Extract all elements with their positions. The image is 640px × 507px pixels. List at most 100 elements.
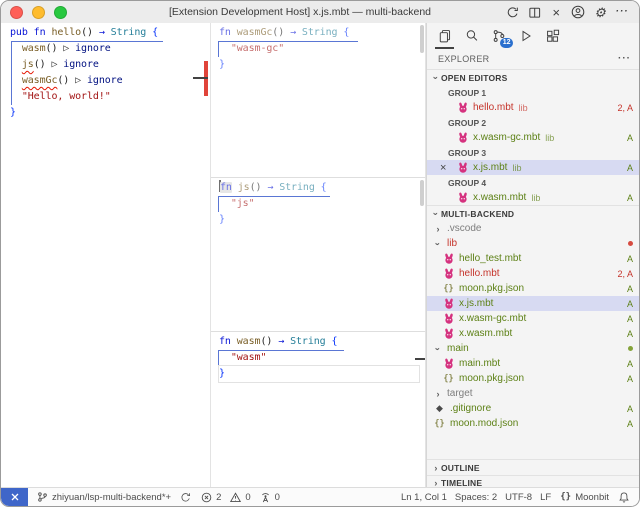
- outline-section-header[interactable]: › OUTLINE: [427, 459, 639, 475]
- status-ports[interactable]: 0: [255, 488, 284, 506]
- code-token: →: [290, 27, 302, 38]
- tree-file-.gitignore[interactable]: ◆ .gitignore A: [427, 401, 639, 416]
- more-button[interactable]: ···: [614, 4, 630, 20]
- decoration-badge: A: [626, 283, 633, 294]
- code-line[interactable]: fn wasmGc() → String {: [219, 25, 419, 41]
- status-indentation[interactable]: Spaces: 2: [451, 488, 501, 506]
- close-button[interactable]: ×: [548, 4, 564, 20]
- code-line[interactable]: }: [219, 57, 419, 73]
- code-token: (): [249, 182, 268, 193]
- code-line[interactable]: "js": [219, 196, 419, 212]
- traffic-close-button[interactable]: [10, 6, 23, 19]
- code-token: (): [33, 59, 52, 70]
- braces-icon: {}: [560, 492, 572, 502]
- code-token: (): [45, 43, 64, 54]
- file-description: lib: [518, 102, 528, 113]
- open-editors-list: GROUP 1 hello.mbt lib 2, A GROUP 2 x.wasm-gc.…: [427, 85, 639, 205]
- tree-folder-target[interactable]: › target: [427, 386, 639, 401]
- code-line[interactable]: }: [10, 105, 204, 121]
- tree-file-hello.mbt[interactable]: hello.mbt 2, A: [427, 266, 639, 281]
- activity-source-control-button[interactable]: 12: [490, 28, 513, 48]
- tree-folder-lib[interactable]: › lib: [427, 236, 639, 251]
- code-token: {: [331, 336, 338, 347]
- editor-x-wasm-mbt[interactable]: fn wasm() → String { "wasm"}: [211, 332, 426, 489]
- tree-folder-main[interactable]: › main: [427, 341, 639, 356]
- status-encoding[interactable]: UTF-8: [501, 488, 536, 506]
- editor-x-js-mbt[interactable]: fn js() → String { "js"}: [211, 178, 426, 332]
- settings-button[interactable]: ⚙: [592, 4, 608, 20]
- file-tree: › .vscode › lib hello_test.mbt Ahello.mbt 2, A…: [427, 221, 639, 431]
- status-notifications[interactable]: [613, 488, 634, 506]
- status-label: Ln 1, Col 1: [400, 491, 447, 503]
- file-description: lib: [531, 192, 541, 203]
- split-editor-button[interactable]: [526, 4, 542, 20]
- code-token: "js": [230, 198, 255, 209]
- tree-file-main.mbt[interactable]: main.mbt A: [427, 356, 639, 371]
- code-line[interactable]: "wasm-gc": [219, 41, 419, 57]
- tree-folder-.vscode[interactable]: › .vscode: [427, 221, 639, 236]
- code-line[interactable]: wasm() ▷ ignore: [10, 41, 204, 57]
- decoration-badge: A: [626, 358, 633, 369]
- code-line[interactable]: pub fn hello() → String {: [10, 25, 204, 41]
- status-language-mode[interactable]: {} Moonbit: [555, 488, 613, 506]
- open-editor-x.js.mbt[interactable]: × x.js.mbt lib A: [427, 160, 639, 175]
- scrollbar-thumb[interactable]: [420, 25, 424, 53]
- traffic-zoom-button[interactable]: [54, 6, 67, 19]
- restart-extension-host-button[interactable]: [504, 4, 520, 20]
- file-label: lib: [447, 238, 458, 249]
- code-line[interactable]: fn wasm() → String {: [219, 334, 419, 350]
- status-git-branch[interactable]: zhiyuan/lsp-multi-backend*+: [32, 488, 175, 506]
- activity-files-button[interactable]: [435, 28, 454, 49]
- explorer-more-actions-button[interactable]: ···: [618, 54, 631, 64]
- status-sync-changes[interactable]: [175, 488, 196, 506]
- chevron-right-icon: ›: [434, 477, 438, 488]
- scrollbar-thumb[interactable]: [420, 180, 424, 206]
- editor-x-wasm-gc-mbt[interactable]: fn wasmGc() → String { "wasm-gc"}: [211, 23, 426, 178]
- code-token: }: [219, 59, 225, 70]
- branch-icon: [36, 491, 49, 504]
- tree-file-x.wasm.mbt[interactable]: x.wasm.mbt A: [427, 326, 639, 341]
- activity-extensions-button[interactable]: [544, 28, 561, 45]
- activity-debug-button[interactable]: [517, 28, 534, 45]
- status-warnings[interactable]: 0: [225, 488, 254, 506]
- traffic-minimize-button[interactable]: [32, 6, 45, 19]
- code-line[interactable]: }: [218, 365, 420, 383]
- editor-hello-mbt[interactable]: pub fn hello() → String { wasm() ▷ ignor…: [1, 23, 211, 489]
- code-line[interactable]: fn js() → String {: [219, 180, 419, 196]
- moonbit-icon: [442, 357, 455, 370]
- code-line[interactable]: }: [219, 212, 419, 228]
- editor-group-label: GROUP 4: [448, 177, 487, 188]
- status-eol[interactable]: LF: [536, 488, 555, 506]
- close-icon[interactable]: ×: [440, 162, 446, 174]
- status-cursor-position[interactable]: Ln 1, Col 1: [397, 488, 451, 506]
- code-token: (): [81, 27, 99, 38]
- tree-file-x.wasm-gc.mbt[interactable]: x.wasm-gc.mbt A: [427, 311, 639, 326]
- account-button[interactable]: [570, 4, 586, 20]
- code-line[interactable]: js() ▷ ignore: [10, 57, 204, 73]
- status-errors[interactable]: 2: [196, 488, 225, 506]
- tree-file-moon.mod.json[interactable]: {} moon.mod.json A: [427, 416, 639, 431]
- code-line[interactable]: "Hello, world!": [10, 89, 204, 105]
- tree-file-hello_test.mbt[interactable]: hello_test.mbt A: [427, 251, 639, 266]
- open-editors-section-header[interactable]: › OPEN EDITORS: [427, 69, 639, 85]
- open-editor-hello.mbt[interactable]: hello.mbt lib 2, A: [427, 100, 639, 115]
- status-right: Ln 1, Col 1 Spaces: 2 UTF-8 LF{} Moonbit: [397, 488, 634, 506]
- tree-file-x.js.mbt[interactable]: x.js.mbt A: [427, 296, 639, 311]
- tree-file-moon.pkg.json[interactable]: {} moon.pkg.json A: [427, 281, 639, 296]
- remote-indicator-button[interactable]: [1, 488, 28, 506]
- error-icon: [200, 491, 213, 504]
- decoration-badge: A: [626, 162, 633, 173]
- workspace-section-header[interactable]: › MULTI-BACKEND: [427, 205, 639, 221]
- open-editor-x.wasm-gc.mbt[interactable]: x.wasm-gc.mbt lib A: [427, 130, 639, 145]
- code-line[interactable]: "wasm": [219, 350, 419, 366]
- code-token: wasmGc: [21, 75, 58, 86]
- tree-file-moon.pkg.json[interactable]: {} moon.pkg.json A: [427, 371, 639, 386]
- file-description: lib: [545, 132, 555, 143]
- file-label: hello_test.mbt: [459, 253, 522, 264]
- activity-search-button[interactable]: [463, 28, 480, 45]
- open-editor-x.wasm.mbt[interactable]: x.wasm.mbt lib A: [427, 190, 639, 205]
- code-line[interactable]: wasmGc() ▷ ignore: [10, 73, 204, 89]
- chevron-down-icon: ›: [431, 211, 441, 216]
